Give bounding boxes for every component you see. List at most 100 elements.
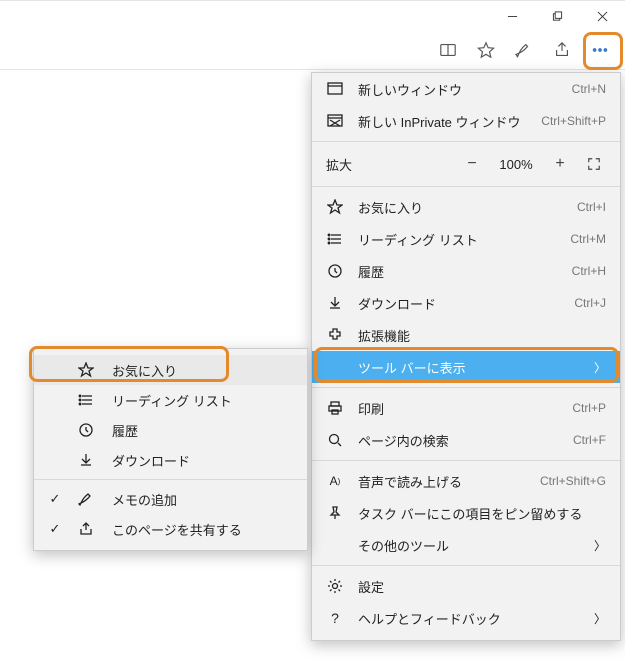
submenu-label: メモの追加 — [112, 490, 293, 509]
more-menu: 新しいウィンドウ Ctrl+N 新しい InPrivate ウィンドウ Ctrl… — [311, 72, 621, 641]
menu-label: ヘルプとフィードバック — [358, 609, 578, 628]
submenu-history[interactable]: 履歴 — [34, 415, 307, 445]
menu-label: その他のツール — [358, 536, 578, 555]
chevron-right-icon: 〉 — [592, 537, 606, 554]
menu-more-tools[interactable]: その他のツール 〉 — [312, 529, 620, 561]
menu-label: 拡張機能 — [358, 326, 606, 345]
print-icon — [326, 399, 344, 417]
submenu-downloads[interactable]: ダウンロード — [34, 445, 307, 475]
pen-icon[interactable] — [505, 31, 543, 69]
reading-view-icon[interactable] — [429, 31, 467, 69]
share-icon — [76, 520, 96, 538]
private-window-icon — [326, 112, 344, 130]
menu-shortcut: Ctrl+P — [572, 401, 606, 415]
menu-separator — [312, 565, 620, 566]
submenu-reading-list[interactable]: リーディング リスト — [34, 385, 307, 415]
submenu-separator — [34, 479, 307, 480]
favorite-star-icon[interactable] — [467, 31, 505, 69]
menu-separator — [312, 460, 620, 461]
menu-label: 新しい InPrivate ウィンドウ — [358, 112, 527, 131]
menu-shortcut: Ctrl+I — [577, 200, 606, 214]
menu-shortcut: Ctrl+M — [570, 232, 606, 246]
history-icon — [76, 421, 96, 439]
menu-history[interactable]: 履歴 Ctrl+H — [312, 255, 620, 287]
menu-favorites[interactable]: お気に入り Ctrl+I — [312, 191, 620, 223]
search-icon — [326, 431, 344, 449]
list-icon — [76, 391, 96, 409]
menu-shortcut: Ctrl+F — [573, 433, 606, 447]
menu-new-window[interactable]: 新しいウィンドウ Ctrl+N — [312, 73, 620, 105]
pin-icon — [326, 504, 344, 522]
menu-label: ツール バーに表示 — [358, 358, 578, 377]
maximize-button[interactable] — [535, 1, 580, 31]
menu-label: 音声で読み上げる — [358, 472, 526, 491]
submenu-label: 履歴 — [112, 421, 293, 440]
check-icon: ✓ — [48, 521, 62, 537]
download-icon — [326, 294, 344, 312]
help-icon: ? — [326, 609, 344, 627]
menu-label: ページ内の検索 — [358, 431, 559, 450]
zoom-value: 100% — [494, 157, 538, 172]
chevron-right-icon: 〉 — [592, 610, 606, 627]
share-icon[interactable] — [543, 31, 581, 69]
zoom-label: 拡大 — [326, 155, 450, 174]
pen-icon — [76, 490, 96, 508]
menu-label: タスク バーにこの項目をピン留めする — [358, 504, 606, 523]
submenu-share-page[interactable]: ✓ このページを共有する — [34, 514, 307, 544]
window-icon — [326, 80, 344, 98]
menu-label: 新しいウィンドウ — [358, 80, 558, 99]
menu-shortcut: Ctrl+H — [572, 264, 606, 278]
toolbar-submenu: お気に入り リーディング リスト 履歴 ダウンロード ✓ メモの追加 ✓ このペ… — [33, 348, 308, 551]
menu-zoom-row: 拡大 − 100% + — [312, 146, 620, 182]
check-icon: ✓ — [48, 491, 62, 507]
submenu-label: このページを共有する — [112, 520, 293, 539]
submenu-add-note[interactable]: ✓ メモの追加 — [34, 484, 307, 514]
minimize-button[interactable] — [490, 1, 535, 31]
submenu-label: お気に入り — [112, 361, 293, 380]
zoom-out-button[interactable]: − — [460, 155, 484, 173]
menu-separator — [312, 387, 620, 388]
menu-separator — [312, 141, 620, 142]
menu-label: ダウンロード — [358, 294, 560, 313]
submenu-favorites[interactable]: お気に入り — [34, 355, 307, 385]
menu-print[interactable]: 印刷 Ctrl+P — [312, 392, 620, 424]
menu-help[interactable]: ? ヘルプとフィードバック 〉 — [312, 602, 620, 634]
list-icon — [326, 230, 344, 248]
menu-pin-taskbar[interactable]: タスク バーにこの項目をピン留めする — [312, 497, 620, 529]
gear-icon — [326, 577, 344, 595]
read-aloud-icon: A) — [326, 472, 344, 490]
download-icon — [76, 451, 96, 469]
menu-shortcut: Ctrl+Shift+P — [541, 114, 606, 128]
fullscreen-icon[interactable] — [582, 157, 606, 171]
menu-label: 印刷 — [358, 399, 558, 418]
close-button[interactable] — [580, 1, 625, 31]
menu-shortcut: Ctrl+Shift+G — [540, 474, 606, 488]
browser-toolbar — [0, 30, 625, 70]
menu-new-private[interactable]: 新しい InPrivate ウィンドウ Ctrl+Shift+P — [312, 105, 620, 137]
menu-reading-list[interactable]: リーディング リスト Ctrl+M — [312, 223, 620, 255]
window-titlebar — [0, 0, 625, 30]
more-icon[interactable] — [581, 31, 619, 69]
extensions-icon — [326, 326, 344, 344]
menu-shortcut: Ctrl+J — [574, 296, 606, 310]
chevron-right-icon: 〉 — [592, 359, 606, 376]
menu-label: 履歴 — [358, 262, 558, 281]
menu-read-aloud[interactable]: A) 音声で読み上げる Ctrl+Shift+G — [312, 465, 620, 497]
menu-settings[interactable]: 設定 — [312, 570, 620, 602]
star-icon — [76, 361, 96, 379]
menu-downloads[interactable]: ダウンロード Ctrl+J — [312, 287, 620, 319]
blank-icon — [326, 358, 344, 376]
submenu-label: ダウンロード — [112, 451, 293, 470]
menu-separator — [312, 186, 620, 187]
star-icon — [326, 198, 344, 216]
menu-shortcut: Ctrl+N — [572, 82, 606, 96]
menu-extensions[interactable]: 拡張機能 — [312, 319, 620, 351]
menu-show-in-toolbar[interactable]: ツール バーに表示 〉 — [312, 351, 620, 383]
blank-icon — [326, 536, 344, 554]
menu-find[interactable]: ページ内の検索 Ctrl+F — [312, 424, 620, 456]
zoom-in-button[interactable]: + — [548, 155, 572, 173]
menu-label: 設定 — [358, 577, 606, 596]
submenu-label: リーディング リスト — [112, 391, 293, 410]
menu-label: お気に入り — [358, 198, 563, 217]
history-icon — [326, 262, 344, 280]
